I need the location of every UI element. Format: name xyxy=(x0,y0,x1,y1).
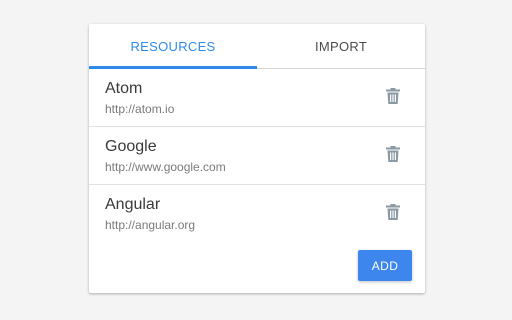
resource-name: Google xyxy=(105,138,157,155)
resource-name: Atom xyxy=(105,80,143,97)
resource-list: Atom http://atom.io Google http://www.go… xyxy=(89,69,425,242)
list-item[interactable]: Google http://www.google.com xyxy=(89,127,425,185)
resource-name: Angular xyxy=(105,196,161,213)
add-button[interactable]: ADD xyxy=(358,250,412,281)
tab-import[interactable]: IMPORT xyxy=(257,24,425,68)
list-item[interactable]: Angular http://angular.org xyxy=(89,185,425,242)
resource-url: http://www.google.com xyxy=(105,160,226,174)
tab-bar: RESOURCES IMPORT xyxy=(89,24,425,69)
trash-icon[interactable] xyxy=(386,146,400,162)
trash-icon[interactable] xyxy=(386,204,400,220)
resource-url: http://atom.io xyxy=(105,102,175,116)
tab-resources[interactable]: RESOURCES xyxy=(89,24,257,68)
trash-icon[interactable] xyxy=(386,88,400,104)
list-item[interactable]: Atom http://atom.io xyxy=(89,69,425,127)
resource-url: http://angular.org xyxy=(105,218,196,232)
resources-card: RESOURCES IMPORT Atom http://atom.io Goo… xyxy=(89,24,425,293)
